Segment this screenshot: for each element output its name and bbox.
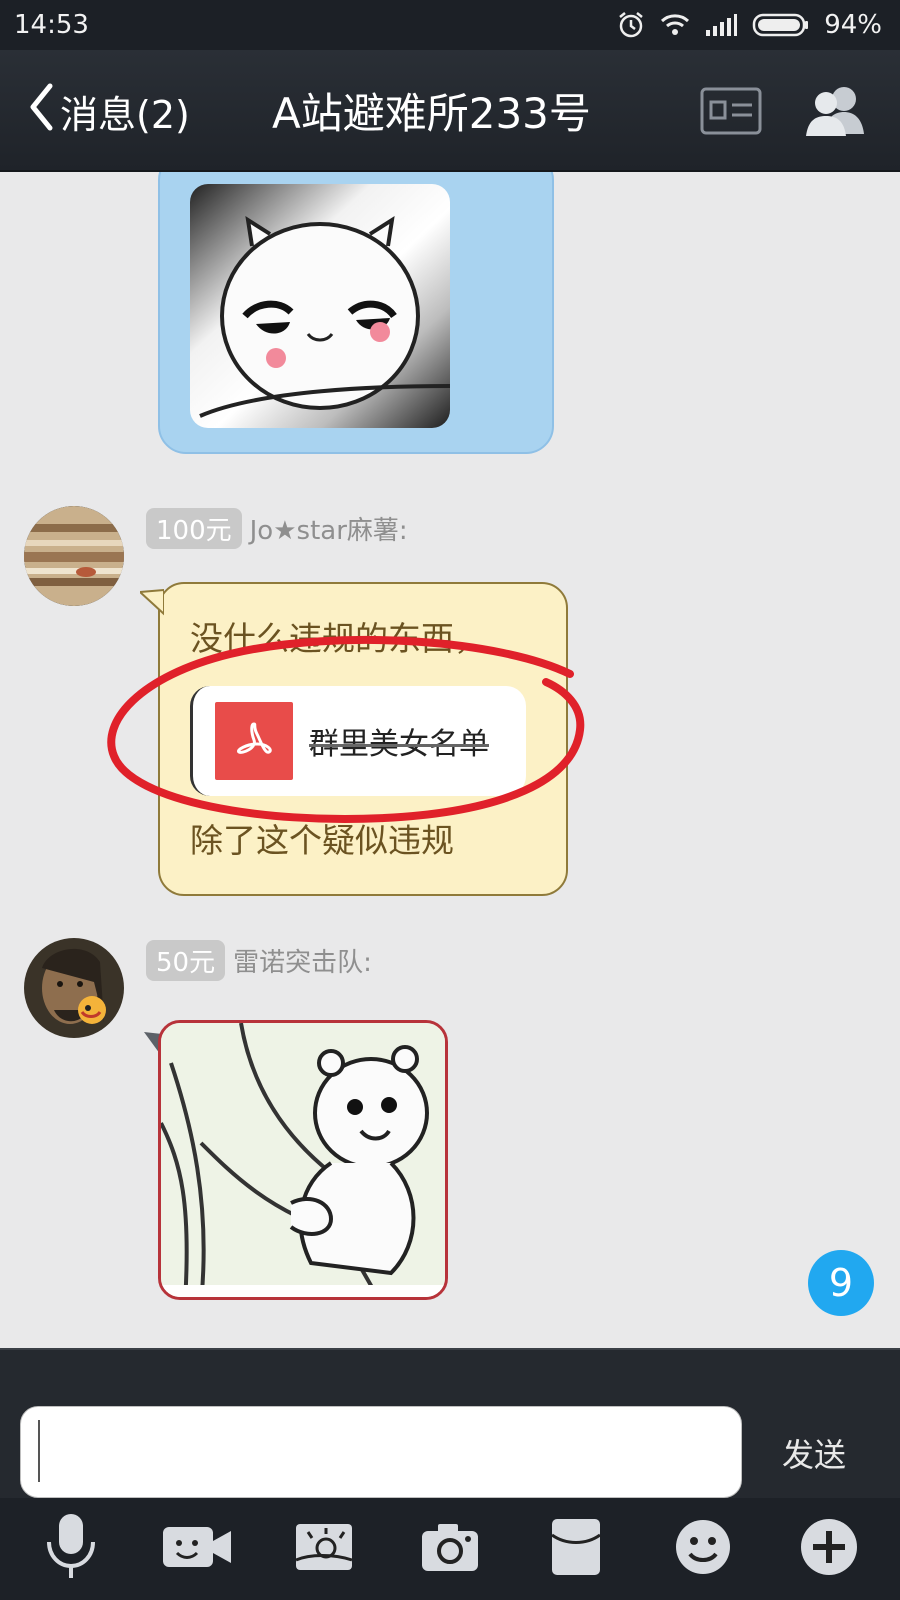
voice-button[interactable] bbox=[31, 1509, 111, 1589]
send-button[interactable]: 发送 bbox=[782, 1430, 846, 1476]
signal-icon bbox=[704, 12, 738, 38]
battery-percent: 94% bbox=[824, 10, 882, 40]
video-call-button[interactable] bbox=[157, 1509, 237, 1589]
sender-name[interactable]: Jo★star麻薯: bbox=[250, 510, 408, 547]
chat-header: 消息(2) A站避难所233号 bbox=[0, 50, 900, 172]
emoji-icon bbox=[674, 1518, 732, 1580]
reward-badge: 50元 bbox=[146, 940, 226, 981]
video-call-icon bbox=[161, 1523, 233, 1575]
microphone-icon bbox=[43, 1512, 99, 1586]
image-button[interactable] bbox=[284, 1509, 364, 1589]
input-bar: 发送 bbox=[0, 1348, 900, 1498]
chevron-left-icon bbox=[28, 83, 54, 140]
battery-icon bbox=[752, 12, 810, 38]
status-bar: 14:53 94% bbox=[0, 0, 900, 50]
wifi-icon bbox=[660, 12, 690, 38]
message-bubble-sticker-blue[interactable] bbox=[158, 172, 554, 454]
back-button[interactable]: 消息(2) bbox=[28, 83, 190, 137]
red-packet-icon bbox=[550, 1517, 602, 1581]
emoji-button[interactable] bbox=[663, 1509, 743, 1589]
image-icon bbox=[294, 1522, 354, 1576]
bottom-toolbar bbox=[0, 1498, 900, 1600]
status-icons: 94% bbox=[616, 10, 882, 40]
sender-line: 50元 雷诺突击队: bbox=[146, 940, 372, 981]
more-button[interactable] bbox=[789, 1509, 869, 1589]
group-members-icon bbox=[804, 87, 868, 144]
camera-button[interactable] bbox=[410, 1509, 490, 1589]
text-caret bbox=[38, 1420, 40, 1482]
chat-area[interactable]: 100元 Jo★star麻薯: 没什么违规的东西， 群里美女名单 除了这个疑似违… bbox=[0, 172, 900, 1348]
avatar-warrior[interactable] bbox=[24, 938, 124, 1038]
avatar-jupiter[interactable] bbox=[24, 506, 124, 606]
message-input[interactable] bbox=[20, 1406, 742, 1498]
status-time: 14:53 bbox=[14, 10, 89, 40]
red-packet-button[interactable] bbox=[536, 1509, 616, 1589]
alarm-icon bbox=[616, 10, 646, 40]
camera-icon bbox=[420, 1521, 480, 1577]
sender-name[interactable]: 雷诺突击队: bbox=[233, 942, 372, 979]
sticker-image-bear[interactable] bbox=[161, 1023, 448, 1300]
bubble-tail bbox=[140, 588, 164, 616]
message-bubble-sticker-bear[interactable] bbox=[158, 1020, 448, 1300]
group-members-button[interactable] bbox=[804, 82, 868, 140]
profile-card-icon bbox=[700, 87, 762, 140]
back-label: 消息(2) bbox=[60, 92, 190, 137]
unread-count-badge[interactable]: 9 bbox=[808, 1250, 874, 1316]
sticker-image-cat-face[interactable] bbox=[190, 184, 450, 428]
profile-card-button[interactable] bbox=[700, 86, 762, 136]
chat-title: A站避难所233号 bbox=[272, 89, 591, 138]
sender-line: 100元 Jo★star麻薯: bbox=[146, 508, 408, 549]
red-annotation-circle bbox=[107, 635, 585, 823]
plus-icon bbox=[799, 1517, 859, 1581]
reward-badge: 100元 bbox=[146, 508, 242, 549]
